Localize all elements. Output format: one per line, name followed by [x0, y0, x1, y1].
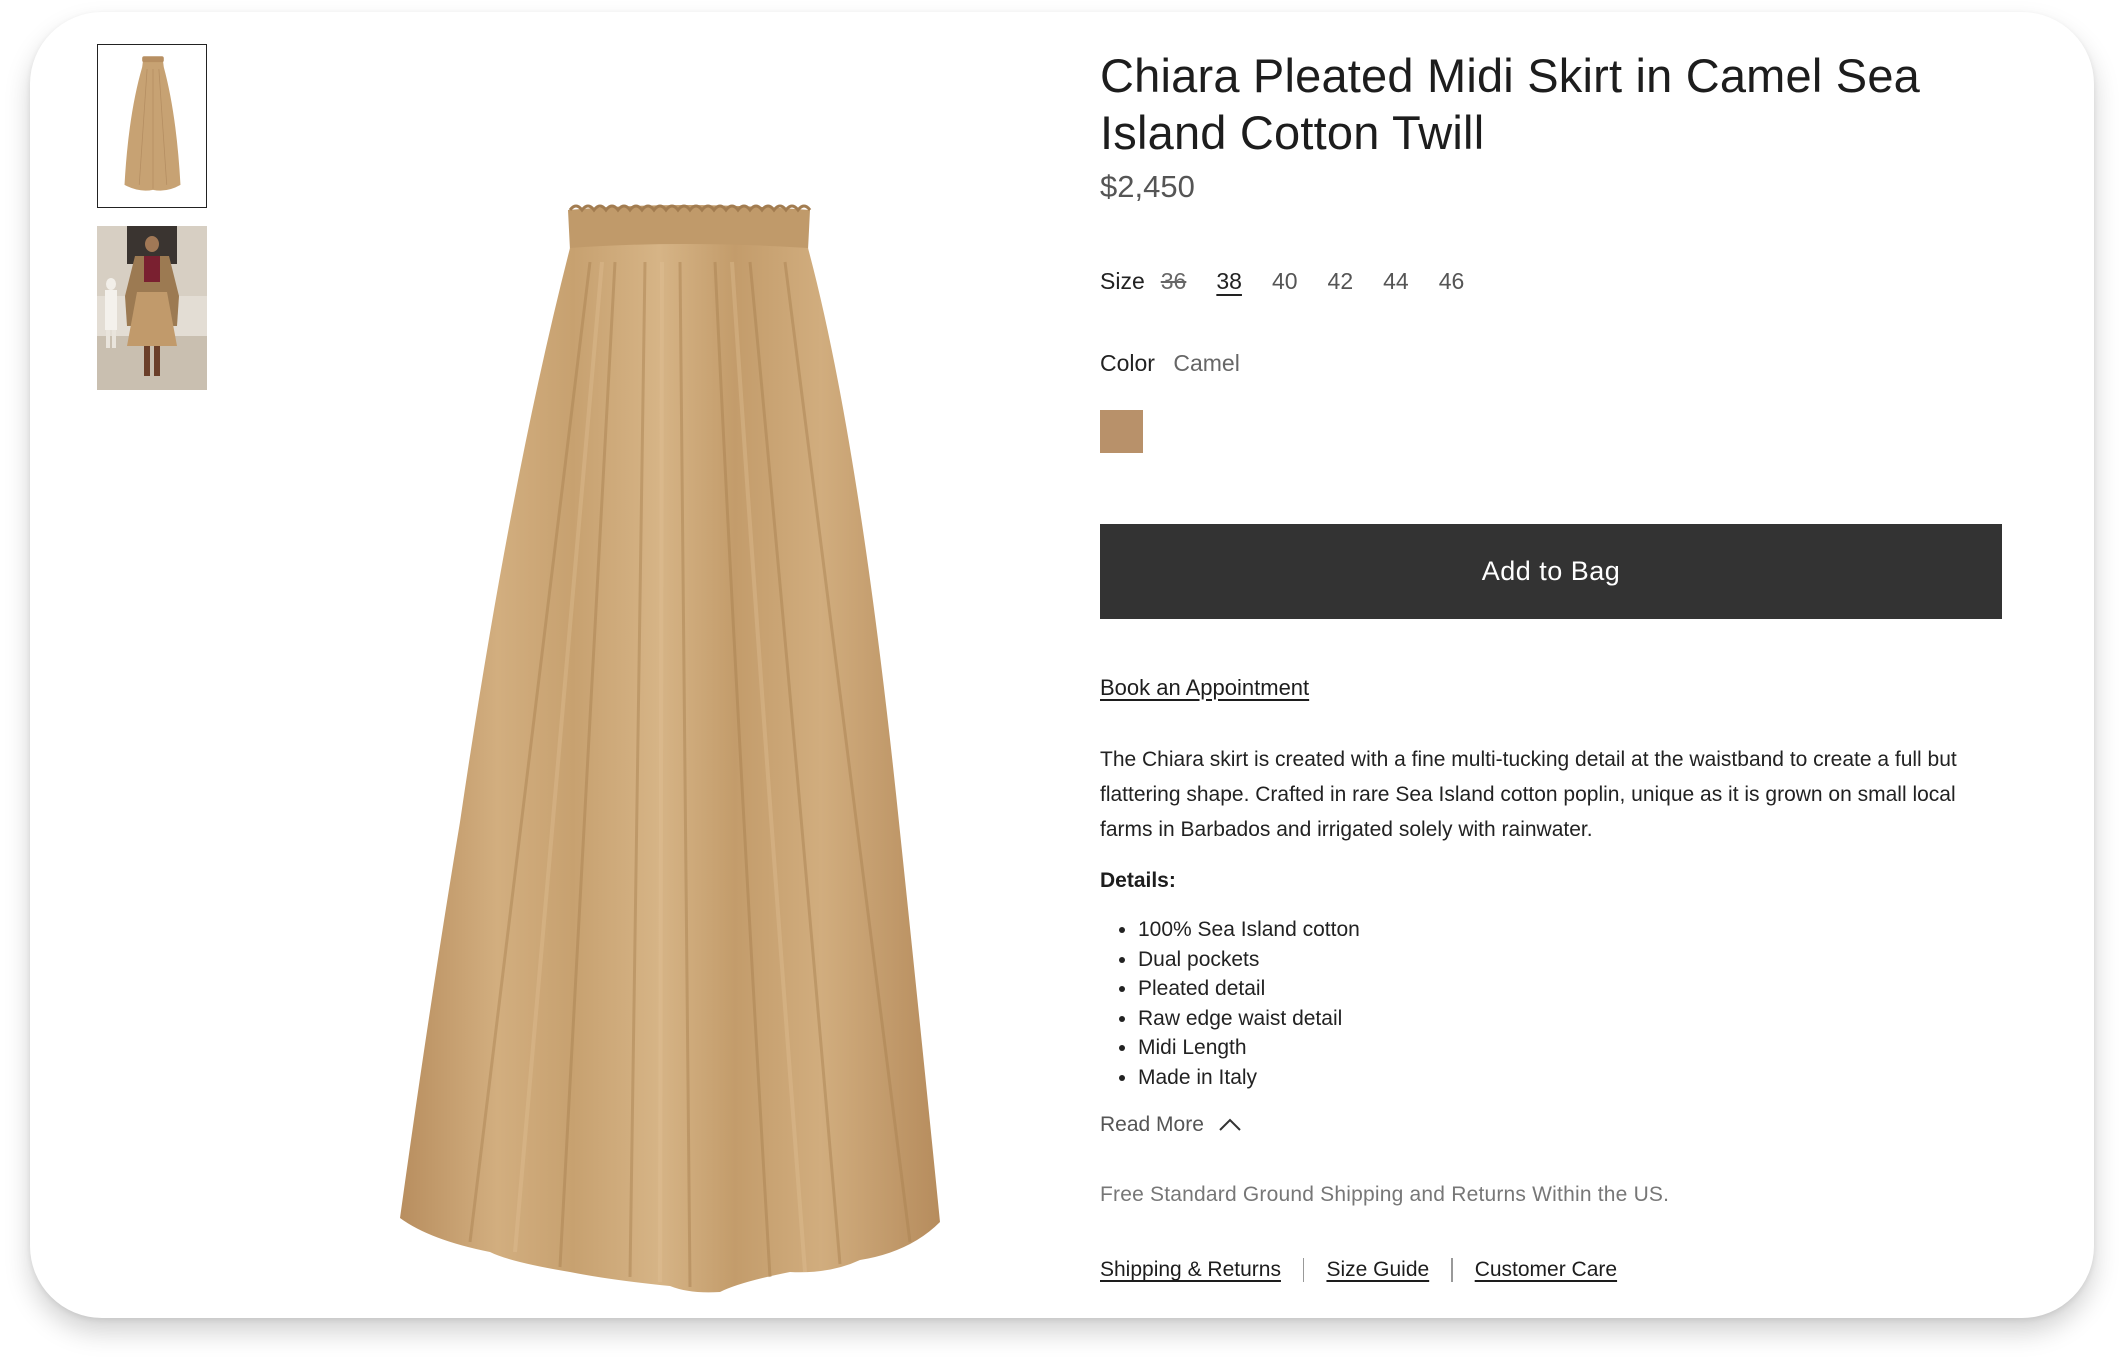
footer-links: Shipping & Returns Size Guide Customer C… [1100, 1258, 1617, 1282]
shipping-note: Free Standard Ground Shipping and Return… [1100, 1183, 1670, 1206]
color-value: Camel [1173, 350, 1240, 376]
color-label: Color [1100, 350, 1155, 376]
size-option-42[interactable]: 42 [1328, 268, 1354, 295]
customer-care-link[interactable]: Customer Care [1475, 1258, 1617, 1282]
color-row: Color Camel [1100, 350, 1240, 377]
product-title: Chiara Pleated Midi Skirt in Camel Sea I… [1100, 49, 1921, 159]
details-heading: Details: [1100, 869, 1176, 892]
main-product-image [390, 182, 970, 1312]
details-list: 100% Sea Island cotton Dual pockets Plea… [1100, 915, 1360, 1093]
read-more-toggle[interactable]: Read More [1100, 1113, 1242, 1137]
size-selector: Size 36 38 40 42 44 46 [1100, 268, 1494, 295]
add-to-bag-button[interactable]: Add to Bag [1100, 524, 2002, 619]
details-item: Made in Italy [1138, 1063, 1360, 1093]
book-appointment-link[interactable]: Book an Appointment [1100, 675, 1309, 701]
size-option-44[interactable]: 44 [1383, 268, 1409, 295]
product-card: Chiara Pleated Midi Skirt in Camel Sea I… [30, 12, 2094, 1318]
details-item: 100% Sea Island cotton [1138, 915, 1360, 945]
shipping-returns-link[interactable]: Shipping & Returns [1100, 1258, 1281, 1282]
link-divider [1302, 1258, 1305, 1282]
product-price: $2,450 [1100, 169, 1195, 204]
details-item: Raw edge waist detail [1138, 1004, 1360, 1034]
read-more-label: Read More [1100, 1113, 1204, 1136]
details-item: Midi Length [1138, 1033, 1360, 1063]
details-item: Dual pockets [1138, 945, 1360, 975]
product-info: Chiara Pleated Midi Skirt in Camel Sea I… [1100, 47, 2010, 1282]
size-option-40[interactable]: 40 [1272, 268, 1298, 295]
size-guide-link[interactable]: Size Guide [1326, 1258, 1429, 1282]
details-item: Pleated detail [1138, 974, 1360, 1004]
size-option-36[interactable]: 36 [1161, 268, 1187, 295]
skirt-thumbnail-image [124, 56, 181, 191]
size-option-38[interactable]: 38 [1216, 268, 1242, 295]
chevron-up-icon [1219, 1118, 1241, 1131]
runway-thumbnail-image [97, 226, 207, 390]
thumbnail-runway[interactable] [97, 226, 207, 390]
link-divider [1451, 1258, 1453, 1282]
thumbnail-skirt[interactable] [97, 44, 207, 208]
size-label: Size [1100, 268, 1145, 294]
product-description: The Chiara skirt is created with a fine … [1100, 748, 1957, 841]
color-swatch-camel[interactable] [1100, 410, 1143, 453]
size-option-46[interactable]: 46 [1439, 268, 1465, 295]
